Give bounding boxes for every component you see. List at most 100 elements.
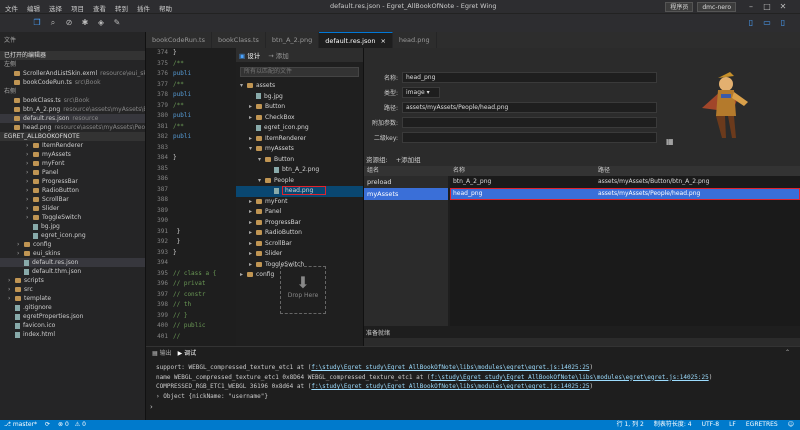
debug-icon[interactable]: ✱ — [80, 18, 90, 28]
resource-folder-item[interactable]: ▾ People — [236, 176, 363, 187]
subkey-field[interactable] — [402, 132, 657, 143]
resource-folder-item[interactable]: ▸ Button — [236, 102, 363, 113]
no-entry-icon[interactable]: ⊘ — [64, 18, 74, 28]
files-icon[interactable]: ❐ — [32, 18, 42, 28]
folder-item[interactable]: › src — [0, 285, 145, 294]
resource-group-item[interactable]: myAssets — [364, 188, 448, 200]
resource-folder-item[interactable]: ▾ assets — [236, 81, 363, 92]
output-icon[interactable]: ▦ 输出 — [152, 348, 172, 357]
folder-item[interactable]: › myAssets — [0, 150, 145, 159]
resource-group-item[interactable]: preload — [364, 176, 448, 188]
resource-folder-item[interactable]: ▸ ProgressBar — [236, 218, 363, 229]
folder-item[interactable]: › scripts — [0, 276, 145, 285]
menu-item[interactable]: 插件 — [137, 3, 150, 13]
source-link[interactable]: f:\study\Egret_study\Egret_AllBookOfNote… — [311, 364, 589, 371]
resource-folder-item[interactable]: ▸ CheckBox — [236, 113, 363, 124]
editor-tab[interactable]: bookCodeRun.ts — [146, 32, 212, 48]
resource-search-input[interactable]: 所有以匹配的文件 — [240, 67, 359, 77]
folder-item[interactable]: › ItemRenderer — [0, 141, 145, 150]
file-item[interactable]: favicon.ico — [0, 321, 145, 330]
cursor-position[interactable]: 行 1, 列 2 — [617, 420, 644, 430]
line-ending[interactable]: LF — [729, 420, 736, 430]
editor-tab[interactable]: head.png — [392, 32, 437, 48]
file-item[interactable]: egret_icon.png — [0, 231, 145, 240]
menu-item[interactable]: 选择 — [49, 3, 62, 13]
resource-folder-item[interactable]: ▸ ItemRenderer — [236, 134, 363, 145]
search-icon[interactable]: ⌕ — [48, 18, 58, 28]
console-input[interactable]: › — [146, 403, 800, 411]
path-field[interactable]: assets/myAssets/People/head.png — [402, 102, 657, 113]
folder-item[interactable]: › Panel — [0, 168, 145, 177]
menu-item[interactable]: 编辑 — [27, 3, 40, 13]
minimize-icon[interactable]: – — [746, 2, 756, 12]
file-item[interactable]: egretProperties.json — [0, 312, 145, 321]
folder-item[interactable]: › ProgressBar — [0, 177, 145, 186]
open-editor-item[interactable]: head.png resource\assets\myAssets\People — [0, 123, 145, 132]
folder-item[interactable]: › ScrollBar — [0, 195, 145, 204]
source-link[interactable]: f:\study\Egret_study\Egret_AllBookOfNote… — [431, 374, 709, 381]
file-item[interactable]: index.html — [0, 330, 145, 339]
folder-item[interactable]: › myFont — [0, 159, 145, 168]
resource-folder-item[interactable]: ▸ Panel — [236, 207, 363, 218]
editor-tab[interactable]: bookClass.ts — [211, 32, 266, 48]
folder-item[interactable]: › config — [0, 240, 145, 249]
close-tab-icon[interactable]: × — [380, 37, 385, 45]
indentation[interactable]: 制表符长度: 4 — [654, 420, 692, 430]
folder-item[interactable]: › RadioButton — [0, 186, 145, 195]
resource-row[interactable]: head_png assets/myAssets/People/head.png — [450, 188, 800, 200]
folder-item[interactable]: › ToggleSwitch — [0, 213, 145, 222]
menu-item[interactable]: 帮助 — [159, 3, 172, 13]
type-select[interactable]: image ▾ — [402, 87, 440, 98]
editor-tab[interactable]: default.res.json × — [319, 32, 393, 48]
code-editor[interactable]: 374} 375/** 376 publi 377/** 378 publi 379/**… — [146, 48, 236, 346]
menu-item[interactable]: 查看 — [93, 3, 106, 13]
resource-folder-item[interactable]: ▸ RadioButton — [236, 228, 363, 239]
layout-bottom-icon[interactable]: ▭ — [762, 18, 772, 28]
panel-chevron-icon[interactable]: ⌃ — [785, 349, 790, 356]
add-tab[interactable]: → 添加 — [268, 50, 289, 60]
resource-folder-item[interactable]: ▾ Button — [236, 155, 363, 166]
source-link[interactable]: f:\study\Egret_study\Egret_AllBookOfNote… — [311, 383, 589, 390]
encoding[interactable]: UTF-8 — [702, 420, 720, 430]
resource-folder-item[interactable]: ▸ myFont — [236, 197, 363, 208]
file-item[interactable]: default.res.json — [0, 258, 145, 267]
resource-row[interactable]: btn_A_2_png assets/myAssets/Button/btn_A_… — [450, 176, 800, 188]
folder-item[interactable]: › Slider — [0, 204, 145, 213]
open-editor-item[interactable]: default.res.json resource — [0, 114, 145, 123]
debug-console-tab[interactable]: ▶ 调试 — [178, 348, 197, 357]
open-editor-item[interactable]: bookCodeRun.ts src\Book — [0, 78, 145, 87]
tools-icon[interactable]: ✎ — [112, 18, 122, 28]
grid-icon[interactable]: ▦ — [666, 138, 674, 146]
add-group-button[interactable]: +添加组 — [396, 154, 421, 164]
branch-indicator[interactable]: ⎇ master* — [0, 420, 37, 430]
close-icon[interactable]: ✕ — [778, 2, 788, 12]
resource-folder-item[interactable]: ▾ myAssets — [236, 144, 363, 155]
extensions-icon[interactable]: ◈ — [96, 18, 106, 28]
menu-item[interactable]: 项目 — [71, 3, 84, 13]
drop-zone[interactable]: ⬇ Drop Here — [280, 266, 326, 314]
extra-params-field[interactable] — [402, 117, 657, 128]
resource-file-item[interactable]: bg.jpg — [236, 92, 363, 103]
user-button[interactable]: dmc-nero — [697, 2, 736, 12]
maximize-icon[interactable]: □ — [762, 2, 772, 12]
design-tab[interactable]: ▣ 设计 — [239, 50, 260, 60]
open-editor-item[interactable]: bookClass.ts src\Book — [0, 96, 145, 105]
layout-right-icon[interactable]: ▯ — [778, 18, 788, 28]
file-item[interactable]: default.thm.json — [0, 267, 145, 276]
resource-file-item[interactable]: btn_A_2.png — [236, 165, 363, 176]
editor-tab[interactable]: btn_A_2.png — [265, 32, 320, 48]
open-editors-header[interactable]: 已打开的编辑器 — [0, 51, 145, 60]
folder-item[interactable]: › template — [0, 294, 145, 303]
error-icon[interactable]: ⊗ 0 — [58, 420, 69, 430]
resource-file-item[interactable]: egret_icon.png — [236, 123, 363, 134]
menu-item[interactable]: 转到 — [115, 3, 128, 13]
sync-icon[interactable]: ⟳ — [45, 420, 50, 430]
open-editor-item[interactable]: ScrollerAndListSkin.exmlresource\eui_ski… — [0, 69, 145, 78]
file-item[interactable]: .gitignore — [0, 303, 145, 312]
smiley-icon[interactable]: ☺ — [788, 420, 794, 430]
language-mode[interactable]: EGRETRES — [746, 420, 778, 430]
layout-left-icon[interactable]: ▯ — [746, 18, 756, 28]
open-editor-item[interactable]: btn_A_2.pngresource\assets\myAssets\But.… — [0, 105, 145, 114]
folder-item[interactable]: › eui_skins — [0, 249, 145, 258]
resource-file-item[interactable]: head.png — [236, 186, 363, 197]
